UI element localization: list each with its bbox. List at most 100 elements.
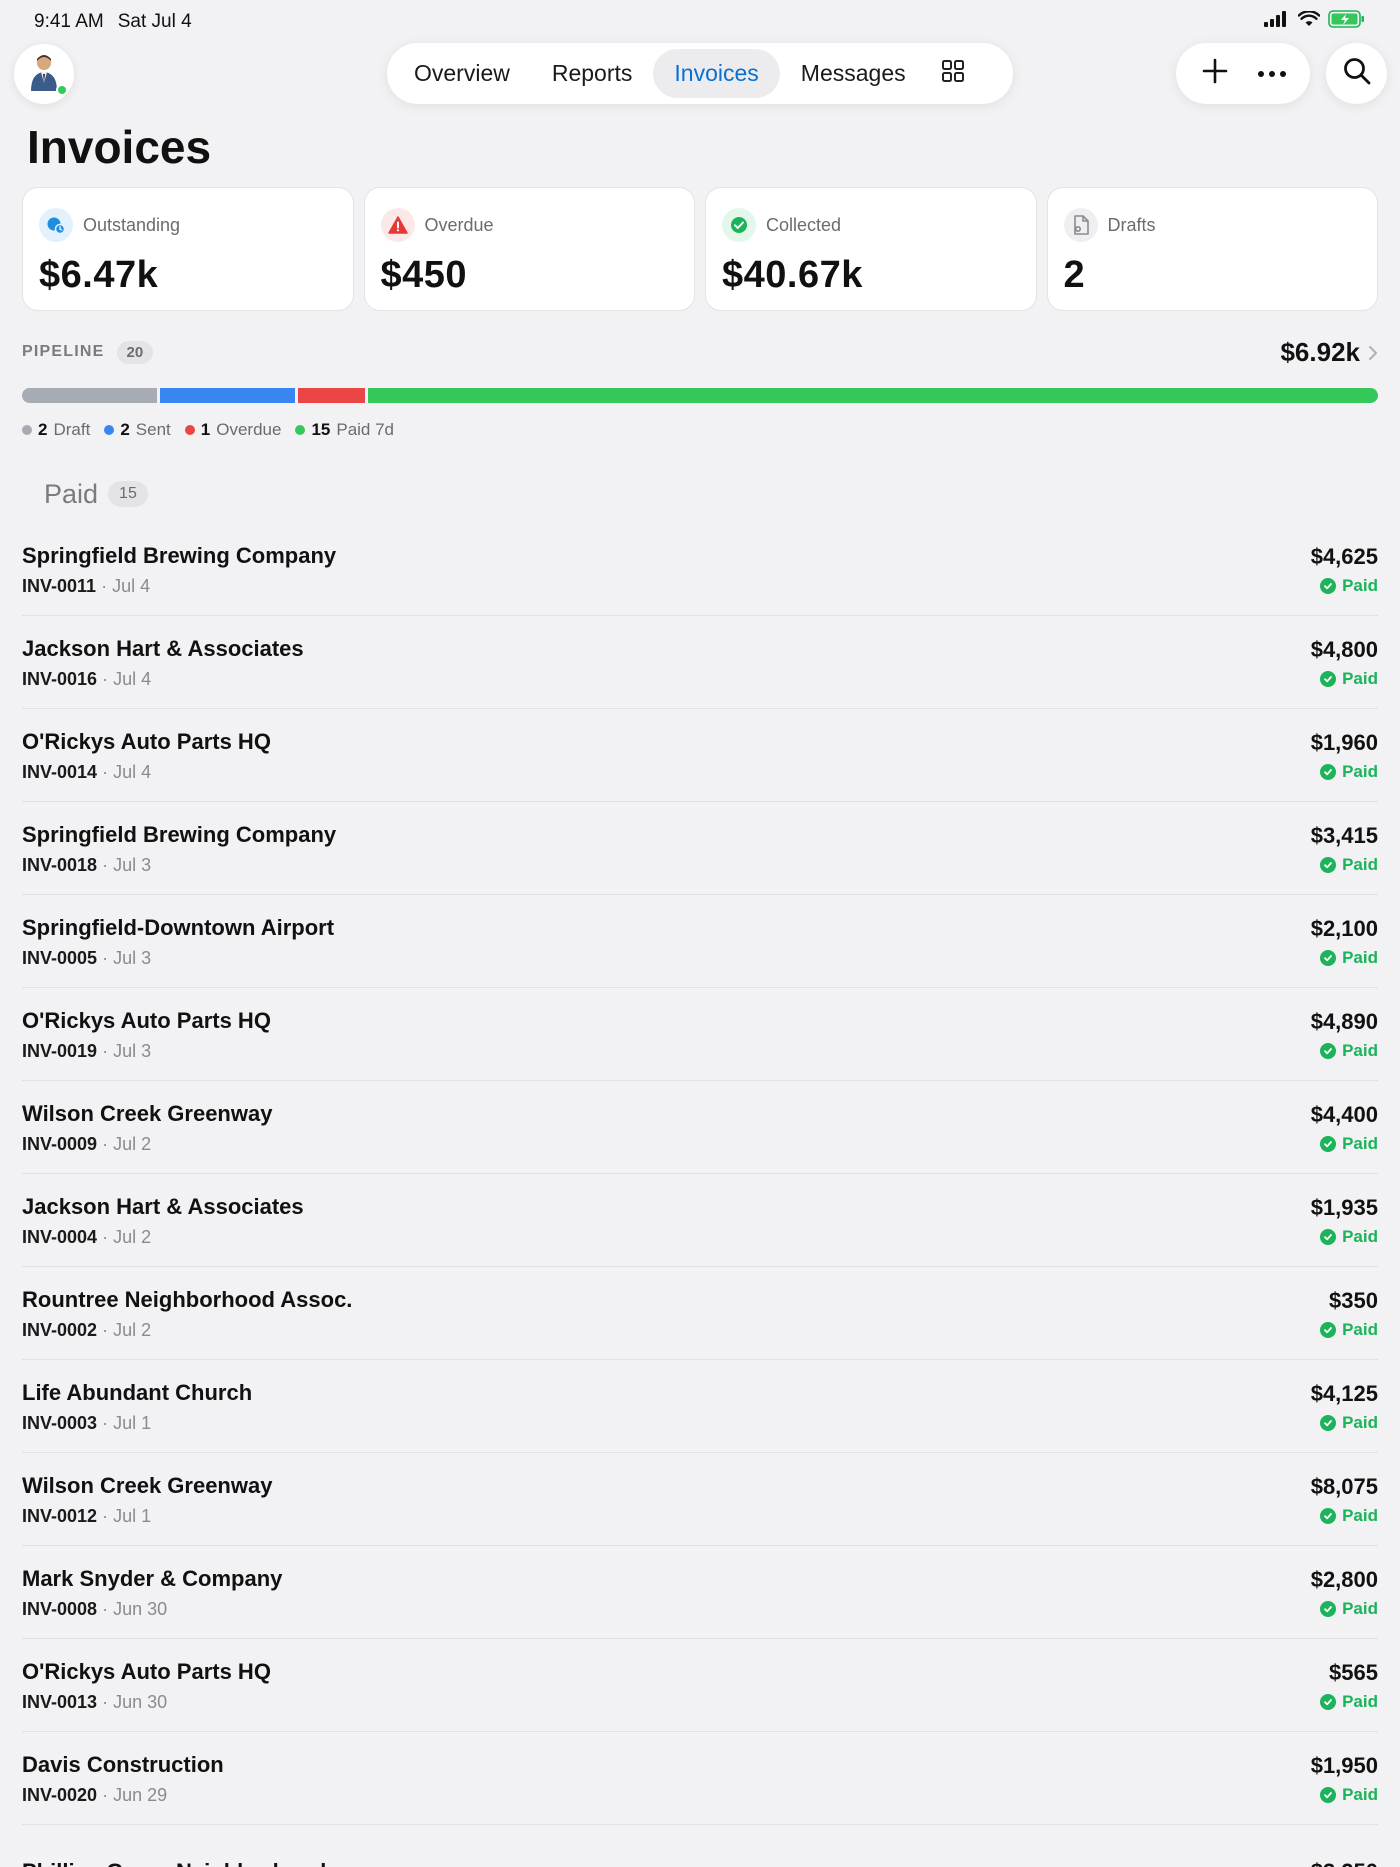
invoice-row[interactable]: Rountree Neighborhood Assoc. INV-0002 · … (22, 1267, 1378, 1360)
search-button[interactable] (1326, 43, 1387, 104)
legend-count: 2 (120, 420, 130, 439)
invoice-row[interactable]: O'Rickys Auto Parts HQ INV-0013 · Jun 30… (22, 1639, 1378, 1732)
status-label: Paid (1342, 1134, 1378, 1153)
legend-dot (104, 425, 115, 435)
invoice-row[interactable]: Jackson Hart & Associates INV-0004 · Jul… (22, 1174, 1378, 1267)
invoice-amount: $4,890 (1310, 1009, 1378, 1034)
invoice-amount: $565 (1329, 1660, 1378, 1685)
status-date: Sat Jul 4 (117, 11, 192, 32)
status-badge: Paid (1320, 1320, 1378, 1340)
pipeline-total: $6.92k (1280, 336, 1360, 367)
invoice-amount: $4,125 (1310, 1381, 1378, 1406)
metric-card-outstanding[interactable]: Outstanding $6.47k (22, 187, 354, 311)
legend-count: 1 (200, 420, 211, 439)
invoice-number: INV-0013 (22, 1692, 98, 1712)
client-name: Davis Construction (22, 1752, 224, 1777)
tab-overview[interactable]: Overview (393, 49, 531, 98)
status-label: Paid (1342, 948, 1378, 967)
metric-card-drafts[interactable]: Drafts 2 (1046, 187, 1378, 311)
invoice-row[interactable]: Jackson Hart & Associates INV-0016 · Jul… (22, 616, 1378, 709)
invoice-number: INV-0019 (22, 1041, 98, 1061)
invoice-meta: INV-0012 · Jul 1 (22, 1506, 152, 1526)
invoice-meta: INV-0003 · Jul 1 (22, 1413, 152, 1433)
tab-invoices[interactable]: Invoices (653, 49, 780, 98)
status-badge: Paid (1320, 1134, 1378, 1154)
metric-value: $40.67k (722, 254, 863, 296)
metric-value: $450 (380, 254, 468, 296)
pipeline-header[interactable]: PIPELINE 20 $6.92k (22, 336, 1378, 368)
check-icon (1320, 1229, 1337, 1245)
invoice-date: Jul 3 (113, 855, 152, 875)
invoice-date: Jun 30 (113, 1599, 168, 1619)
client-name: Life Abundant Church (22, 1380, 253, 1405)
top-tab-bar: Overview Reports Invoices Messages (387, 43, 1013, 104)
metric-label: Outstanding (83, 214, 181, 235)
status-badge: Paid (1320, 1227, 1378, 1247)
legend-count: 2 (38, 420, 48, 439)
more-button[interactable] (1248, 50, 1296, 98)
profile-avatar[interactable] (14, 44, 74, 104)
outstanding-icon (39, 208, 73, 242)
legend-label: Sent (135, 420, 171, 439)
invoice-row[interactable]: Wilson Creek Greenway INV-0012 · Jul 1 $… (22, 1453, 1378, 1546)
chevron-right-icon (1368, 337, 1378, 368)
invoice-meta: INV-0009 · Jul 2 (22, 1134, 152, 1154)
add-button[interactable] (1191, 50, 1239, 98)
invoice-row[interactable]: Life Abundant Church INV-0003 · Jul 1 $4… (22, 1360, 1378, 1453)
online-status-dot (56, 84, 68, 96)
client-name: Wilson Creek Greenway (22, 1101, 273, 1126)
invoice-row[interactable]: Springfield Brewing Company INV-0018 · J… (22, 802, 1378, 895)
invoice-number: INV-0011 (22, 576, 97, 596)
grid-button[interactable] (927, 49, 979, 98)
check-icon (1320, 578, 1337, 594)
invoice-row[interactable]: O'Rickys Auto Parts HQ INV-0019 · Jul 3 … (22, 988, 1378, 1081)
invoice-meta: INV-0016 · Jul 4 (22, 669, 152, 689)
status-badge: Paid (1320, 1785, 1378, 1805)
tab-messages[interactable]: Messages (780, 49, 927, 98)
status-badge: Paid (1320, 1692, 1378, 1712)
legend-dot (295, 425, 306, 435)
invoice-row[interactable]: Wilson Creek Greenway INV-0009 · Jul 2 $… (22, 1081, 1378, 1174)
more-icon (1257, 65, 1287, 83)
tab-reports[interactable]: Reports (531, 49, 654, 98)
invoice-number: INV-0005 (22, 948, 98, 968)
metric-card-collected[interactable]: Collected $40.67k (705, 187, 1037, 311)
check-icon (1320, 1322, 1337, 1338)
invoice-number: INV-0008 (22, 1599, 98, 1619)
invoice-amount: $1,950 (1310, 1753, 1378, 1778)
actions-group (1176, 43, 1310, 104)
check-icon (1320, 764, 1337, 780)
invoice-meta: INV-0002 · Jul 2 (22, 1320, 152, 1340)
invoice-amount: $8,075 (1310, 1474, 1378, 1499)
invoice-row[interactable]: O'Rickys Auto Parts HQ INV-0014 · Jul 4 … (22, 709, 1378, 802)
invoice-number: INV-0018 (22, 855, 98, 875)
metric-value: $6.47k (39, 254, 159, 296)
status-label: Paid (1342, 576, 1378, 595)
invoice-row[interactable]: Mark Snyder & Company INV-0008 · Jun 30 … (22, 1546, 1378, 1639)
invoice-date: Jul 2 (113, 1134, 152, 1154)
metric-card-overdue[interactable]: Overdue $450 (363, 187, 695, 311)
invoice-date: Jul 3 (113, 948, 152, 968)
grid-icon (941, 59, 965, 89)
status-badge: Paid (1320, 1506, 1378, 1526)
client-name: O'Rickys Auto Parts HQ (22, 1659, 271, 1684)
status-label: Paid (1342, 855, 1378, 874)
invoice-date: Jul 4 (112, 576, 151, 596)
invoice-meta: INV-0019 · Jul 3 (22, 1041, 152, 1061)
invoice-date: Jun 30 (113, 1692, 168, 1712)
invoice-row[interactable]: Davis Construction INV-0020 · Jun 29 $1,… (22, 1732, 1378, 1825)
status-badge: Paid (1320, 1599, 1378, 1619)
check-icon (1320, 1136, 1337, 1152)
invoice-row[interactable]: Springfield-Downtown Airport INV-0005 · … (22, 895, 1378, 988)
metric-label: Collected (766, 214, 842, 235)
invoice-amount: $350 (1329, 1288, 1378, 1313)
status-label: Paid (1342, 669, 1378, 688)
invoice-meta: INV-0014 · Jul 4 (22, 762, 152, 782)
invoice-meta: INV-0018 · Jul 3 (22, 855, 152, 875)
invoice-amount: $4,800 (1310, 637, 1378, 662)
check-icon (1320, 1508, 1337, 1524)
invoice-row[interactable]: Springfield Brewing Company INV-0011 · J… (22, 523, 1378, 616)
section-header-paid[interactable]: Paid 15 (44, 476, 148, 512)
invoice-row[interactable]: Phillips Grove Neighborhood $3,250 (22, 1825, 1378, 1867)
check-icon (1320, 1694, 1337, 1710)
